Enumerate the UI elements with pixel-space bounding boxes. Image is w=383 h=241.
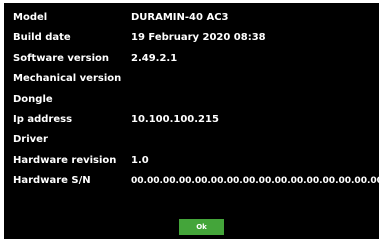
- device-info-table: Model DURAMIN-40 AC3 Build date 19 Febru…: [13, 11, 383, 195]
- software-version-value: 2.49.2.1: [131, 52, 178, 64]
- info-row-driver: Driver: [13, 133, 375, 153]
- info-row-model: Model DURAMIN-40 AC3: [13, 11, 375, 31]
- driver-label: Driver: [13, 134, 48, 146]
- info-row-build-date: Build date 19 February 2020 08:38: [13, 31, 375, 51]
- info-row-dongle: Dongle: [13, 93, 375, 113]
- info-row-software-version: Software version 2.49.2.1: [13, 52, 375, 72]
- software-version-label: Software version: [13, 52, 109, 64]
- ip-address-label: Ip address: [13, 113, 73, 125]
- build-date-value: 19 February 2020 08:38: [131, 32, 266, 44]
- info-row-ip-address: Ip address 10.100.100.215: [13, 113, 375, 133]
- ip-address-value: 10.100.100.215: [131, 113, 219, 125]
- model-label: Model: [13, 12, 48, 23]
- build-date-label: Build date: [13, 32, 71, 44]
- info-row-hardware-revision: Hardware revision 1.0: [13, 154, 375, 174]
- ok-button[interactable]: Ok: [179, 219, 224, 235]
- hardware-revision-label: Hardware revision: [13, 154, 117, 166]
- mechanical-version-label: Mechanical version: [13, 73, 122, 85]
- hardware-sn-label: Hardware S/N: [13, 175, 91, 187]
- model-value: DURAMIN-40 AC3: [131, 12, 229, 23]
- info-row-hardware-sn: Hardware S/N 00.00.00.00.00.00.00.00.00.…: [13, 174, 383, 194]
- info-row-mechanical-version: Mechanical version: [13, 72, 375, 92]
- hardware-sn-value: 00.00.00.00.00.00.00.00.00.00.00.00.00.0…: [131, 176, 383, 187]
- device-info-dialog: Model DURAMIN-40 AC3 Build date 19 Febru…: [4, 3, 383, 239]
- dongle-label: Dongle: [13, 93, 53, 105]
- hardware-revision-value: 1.0: [131, 154, 149, 166]
